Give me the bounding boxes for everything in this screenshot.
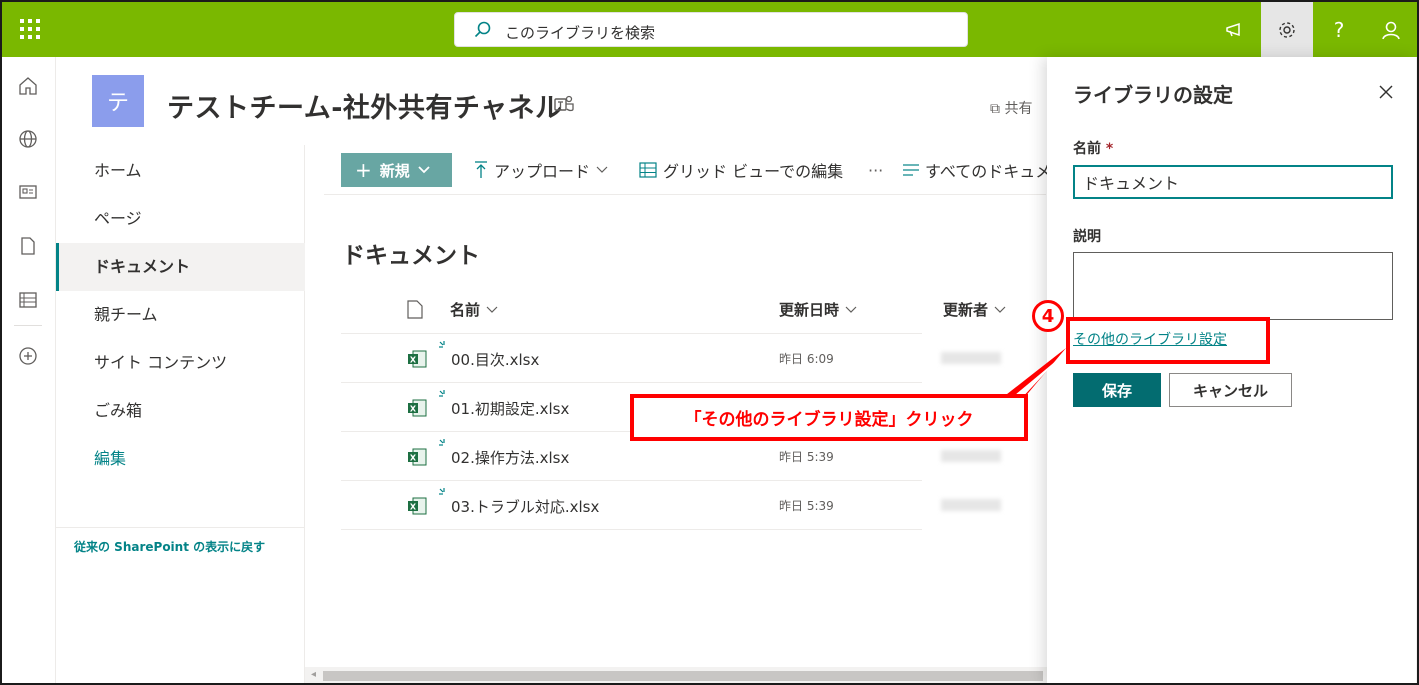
panel-title: ライブラリの設定: [1073, 83, 1233, 107]
file-name[interactable]: 02.操作方法.xlsx: [451, 447, 569, 468]
library-title: ドキュメント: [342, 243, 480, 269]
view-selector[interactable]: すべてのドキュメ: [903, 158, 1051, 182]
new-item-spark-icon: [439, 390, 445, 397]
file-modified: 昨日 5:39: [779, 499, 834, 513]
file-icon[interactable]: [17, 235, 39, 257]
annotation-highlight-box: [1066, 317, 1270, 364]
search-box[interactable]: このライブラリを検索: [454, 12, 968, 47]
step-number-badge: 4: [1032, 300, 1064, 332]
new-item-spark-icon: [439, 341, 445, 348]
svg-text:X: X: [410, 356, 417, 365]
file-type-header-icon[interactable]: [407, 300, 423, 319]
teams-icon[interactable]: [554, 95, 574, 113]
save-button[interactable]: 保存: [1073, 373, 1161, 407]
classic-view-link[interactable]: 従来の SharePoint の表示に戻す: [74, 538, 265, 555]
grid-icon: [639, 162, 657, 178]
chevron-down-icon: [486, 306, 498, 313]
cancel-button[interactable]: キャンセル: [1169, 373, 1292, 407]
home-icon[interactable]: [17, 75, 39, 97]
scrollbar-thumb[interactable]: [323, 671, 1043, 681]
nav-divider: [56, 527, 305, 528]
svg-text:X: X: [410, 454, 417, 463]
feedback-megaphone-icon[interactable]: [1209, 2, 1261, 57]
column-header-modified-by[interactable]: 更新者: [943, 299, 1006, 320]
command-bar-divider: [324, 194, 1046, 195]
new-button[interactable]: + 新規: [341, 153, 452, 187]
annotation-callout: 「その他のライブラリ設定」クリック: [630, 394, 1028, 441]
column-header-modified[interactable]: 更新日時: [779, 299, 857, 320]
share-button[interactable]: ⧉ 共有: [990, 98, 1032, 118]
more-commands-icon[interactable]: ···: [868, 158, 883, 182]
upload-arrow-icon: [475, 161, 487, 178]
column-header-name[interactable]: 名前: [450, 299, 498, 320]
lists-icon[interactable]: [17, 289, 39, 311]
nav-item-site-contents[interactable]: サイト コンテンツ: [56, 339, 305, 387]
chevron-down-icon: [418, 166, 430, 174]
new-item-spark-icon: [439, 439, 445, 446]
description-label: 説明: [1073, 229, 1101, 245]
site-navigation: ホーム ページ ドキュメント 親チーム サイト コンテンツ ごみ箱 編集 従来の…: [56, 145, 305, 683]
settings-gear-icon[interactable]: [1261, 2, 1313, 57]
app-bar: [2, 57, 56, 683]
table-row[interactable]: X 00.目次.xlsx 昨日 6:09: [341, 334, 1001, 383]
modified-by-redacted: [941, 499, 1001, 511]
help-icon[interactable]: ?: [1313, 2, 1365, 57]
close-icon[interactable]: [1377, 83, 1395, 101]
name-label: 名前 *: [1073, 141, 1114, 157]
scroll-left-arrow-icon[interactable]: ◂: [311, 669, 316, 680]
view-list-icon: [903, 164, 919, 176]
site-logo[interactable]: テ: [92, 75, 144, 127]
excel-file-icon: X: [408, 448, 427, 466]
library-settings-panel: ライブラリの設定 名前 * 説明 その他のライブラリ設定 保存 キャンセル: [1047, 57, 1417, 683]
nav-item-parent-team[interactable]: 親チーム: [56, 291, 305, 339]
modified-by-redacted: [941, 352, 1001, 364]
svg-text:X: X: [410, 503, 417, 512]
rail-divider: [14, 325, 42, 326]
file-name[interactable]: 01.初期設定.xlsx: [451, 398, 569, 419]
site-title[interactable]: テストチーム-社外共有チャネル: [167, 86, 563, 125]
nav-item-home[interactable]: ホーム: [56, 147, 305, 195]
chevron-down-icon: [596, 166, 608, 173]
file-modified: 昨日 6:09: [779, 352, 834, 366]
svg-text:X: X: [410, 405, 417, 414]
search-placeholder: このライブラリを検索: [505, 24, 656, 42]
chevron-down-icon: [994, 306, 1006, 313]
new-item-spark-icon: [439, 488, 445, 495]
description-field[interactable]: [1073, 252, 1393, 320]
nav-item-documents[interactable]: ドキュメント: [56, 243, 305, 291]
browser-frame: このライブラリを検索 ? テ テストチーム-社外共有チャネル ⧉ 共有 ホーム …: [0, 0, 1419, 685]
globe-icon[interactable]: [17, 128, 39, 150]
modified-by-redacted: [941, 450, 1001, 462]
table-row[interactable]: X 03.トラブル対応.xlsx 昨日 5:39: [341, 481, 1001, 530]
suite-header: このライブラリを検索 ?: [2, 2, 1417, 57]
app-launcher-icon[interactable]: [10, 11, 46, 47]
nav-edit-link[interactable]: 編集: [56, 435, 305, 483]
chevron-down-icon: [845, 306, 857, 313]
file-modified: 昨日 5:39: [779, 450, 834, 464]
nav-item-recycle-bin[interactable]: ごみ箱: [56, 387, 305, 435]
horizontal-scrollbar[interactable]: ◂: [305, 667, 1047, 683]
search-icon: [474, 21, 491, 38]
upload-button[interactable]: アップロード: [474, 158, 608, 182]
file-name[interactable]: 03.トラブル対応.xlsx: [451, 496, 599, 517]
nav-item-pages[interactable]: ページ: [56, 195, 305, 243]
excel-file-icon: X: [408, 399, 427, 417]
plus-icon: +: [355, 158, 372, 182]
name-field[interactable]: [1073, 165, 1393, 199]
grid-view-edit-button[interactable]: グリッド ビューでの編集: [639, 158, 843, 182]
excel-file-icon: X: [408, 497, 427, 515]
account-avatar-icon[interactable]: [1365, 2, 1417, 57]
excel-file-icon: X: [408, 350, 427, 368]
required-asterisk: *: [1105, 141, 1114, 157]
file-name[interactable]: 00.目次.xlsx: [451, 349, 539, 370]
share-icon: ⧉: [990, 101, 1000, 117]
news-icon[interactable]: [17, 181, 39, 203]
create-plus-icon[interactable]: [17, 345, 39, 367]
